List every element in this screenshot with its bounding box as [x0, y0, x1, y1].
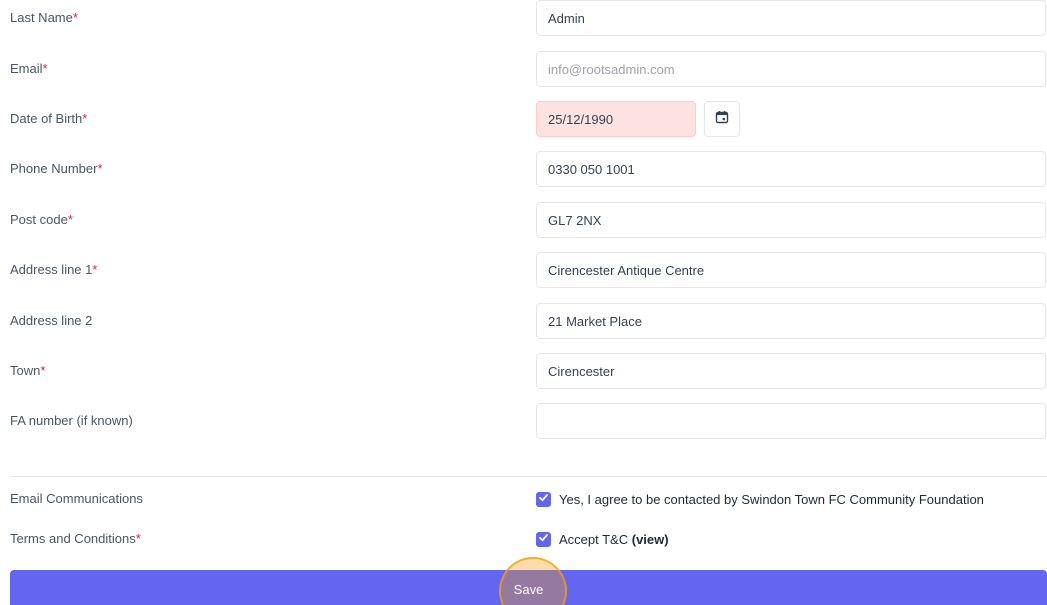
- email-label: Email*: [10, 61, 48, 76]
- address1-label: Address line 1*: [10, 262, 98, 277]
- last-name-input[interactable]: [536, 0, 1046, 36]
- town-row: Town*: [0, 353, 1047, 391]
- fa-number-row: FA number (if known): [0, 403, 1047, 441]
- fa-number-input[interactable]: [536, 403, 1046, 439]
- town-input[interactable]: [536, 353, 1046, 389]
- calendar-icon: [715, 110, 729, 129]
- last-name-label: Last Name*: [10, 10, 78, 25]
- address2-row: Address line 2: [0, 303, 1047, 341]
- check-icon: [538, 530, 549, 548]
- email-comms-option[interactable]: Yes, I agree to be contacted by Swindon …: [536, 491, 984, 507]
- email-input[interactable]: [536, 51, 1046, 87]
- fa-number-label: FA number (if known): [10, 413, 133, 428]
- view-terms-link[interactable]: (view): [632, 532, 669, 547]
- terms-label: Terms and Conditions*: [10, 531, 141, 546]
- postcode-input[interactable]: [536, 202, 1046, 238]
- dob-label: Date of Birth*: [10, 111, 88, 126]
- date-picker-button[interactable]: [704, 101, 740, 137]
- email-comms-text: Yes, I agree to be contacted by Swindon …: [559, 491, 984, 507]
- section-divider: [10, 476, 1047, 477]
- email-row: Email*: [0, 51, 1047, 89]
- address2-input[interactable]: [536, 303, 1046, 339]
- save-button[interactable]: [10, 570, 1047, 605]
- check-icon: [538, 490, 549, 508]
- address1-row: Address line 1*: [0, 252, 1047, 290]
- last-name-row: Last Name*: [0, 0, 1047, 38]
- address2-label: Address line 2: [10, 313, 93, 328]
- profile-form: Last Name* Email* Date of Birth* Phone N…: [0, 0, 1047, 605]
- terms-row: Terms and Conditions* Accept T&C (view): [0, 531, 1047, 549]
- phone-row: Phone Number*: [0, 151, 1047, 189]
- terms-text: Accept T&C (view): [559, 531, 669, 547]
- email-comms-checkbox[interactable]: [536, 490, 551, 508]
- email-comms-row: Email Communications Yes, I agree to be …: [0, 491, 1047, 509]
- terms-option[interactable]: Accept T&C (view): [536, 531, 669, 547]
- address1-input[interactable]: [536, 252, 1046, 288]
- phone-input[interactable]: [536, 151, 1046, 187]
- phone-label: Phone Number*: [10, 161, 103, 176]
- email-comms-label: Email Communications: [10, 491, 143, 506]
- postcode-row: Post code*: [0, 202, 1047, 240]
- town-label: Town*: [10, 363, 46, 378]
- dob-input[interactable]: [536, 101, 696, 137]
- dob-row: Date of Birth*: [0, 101, 1047, 139]
- postcode-label: Post code*: [10, 212, 73, 227]
- terms-checkbox[interactable]: [536, 530, 551, 548]
